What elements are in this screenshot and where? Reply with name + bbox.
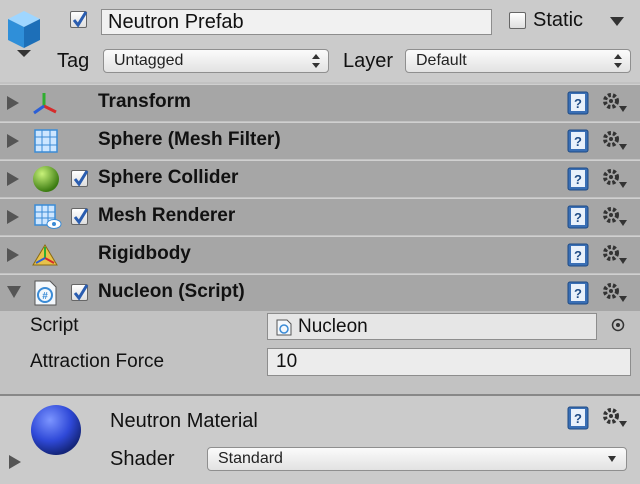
component-title: Sphere (Mesh Filter)	[98, 129, 281, 150]
script-object-field[interactable]: Nucleon	[267, 313, 597, 340]
sphere-collider-green-ball-icon	[33, 166, 59, 192]
material-fold-arrow-icon[interactable]	[9, 455, 21, 469]
fold-arrow-right-icon[interactable]	[7, 210, 19, 224]
component-title: Rigidbody	[98, 243, 191, 264]
material-name: Neutron Material	[110, 410, 258, 432]
component-mesh-filter[interactable]: Sphere (Mesh Filter) ?	[0, 122, 640, 159]
rigidbody-icon	[32, 244, 58, 266]
help-book-icon[interactable]: ?	[567, 243, 589, 267]
component-enabled-checkbox[interactable]	[71, 284, 89, 301]
fold-arrow-right-icon[interactable]	[7, 248, 19, 262]
gear-icon[interactable]	[601, 243, 627, 265]
mesh-filter-grid-icon	[34, 129, 58, 153]
updown-arrows-icon	[312, 54, 320, 68]
component-title: Nucleon (Script)	[98, 281, 245, 302]
layer-dropdown[interactable]: Default	[405, 49, 631, 73]
shader-dropdown[interactable]: Standard	[207, 447, 627, 471]
component-rigidbody[interactable]: Rigidbody ?	[0, 236, 640, 273]
gameobject-cube-icon	[8, 11, 40, 57]
layer-label: Layer	[343, 50, 394, 72]
svg-text:?: ?	[574, 286, 582, 301]
material-sphere-preview	[31, 405, 81, 455]
gameobject-header: Neutron Prefab Static Tag Untagged Layer…	[0, 0, 640, 82]
component-title: Mesh Renderer	[98, 205, 236, 226]
gear-icon[interactable]	[601, 167, 627, 189]
attraction-force-label: Attraction Force	[30, 351, 165, 372]
tag-dropdown[interactable]: Untagged	[103, 49, 329, 73]
gear-icon[interactable]	[601, 281, 627, 303]
script-object-value: Nucleon	[298, 316, 368, 337]
tag-label: Tag	[57, 50, 90, 72]
svg-text:?: ?	[574, 248, 582, 263]
shader-value: Standard	[218, 450, 283, 467]
csharp-script-icon: #	[34, 280, 57, 306]
help-book-icon[interactable]: ?	[567, 167, 589, 191]
gear-icon[interactable]	[601, 91, 627, 113]
svg-text:#: #	[42, 291, 48, 302]
svg-text:?: ?	[574, 134, 582, 149]
help-book-icon[interactable]: ?	[567, 129, 589, 153]
component-nucleon-script[interactable]: # Nucleon (Script) ?	[0, 274, 640, 311]
help-book-icon[interactable]: ?	[567, 91, 589, 115]
mesh-renderer-icon	[34, 204, 62, 229]
component-sphere-collider[interactable]: Sphere Collider ?	[0, 160, 640, 197]
static-checkbox[interactable]	[509, 12, 526, 29]
layer-value: Default	[416, 52, 467, 69]
help-book-icon[interactable]: ?	[567, 406, 589, 430]
fold-arrow-right-icon[interactable]	[7, 172, 19, 186]
script-property-label: Script	[30, 315, 79, 336]
updown-arrows-icon	[614, 54, 622, 68]
fold-arrow-down-icon[interactable]	[7, 286, 21, 298]
static-dropdown-arrow-icon[interactable]	[610, 17, 624, 26]
fold-arrow-right-icon[interactable]	[7, 96, 19, 110]
svg-text:?: ?	[574, 210, 582, 225]
dropdown-arrow-icon	[608, 456, 616, 462]
component-title: Sphere Collider	[98, 167, 239, 188]
material-section: Neutron Material ? Shader Standard	[0, 396, 640, 484]
static-label: Static	[533, 9, 584, 31]
component-enabled-checkbox[interactable]	[71, 170, 89, 187]
attraction-force-field[interactable]: 10	[267, 348, 631, 376]
help-book-icon[interactable]: ?	[567, 205, 589, 229]
component-title: Transform	[98, 91, 191, 112]
gear-icon[interactable]	[601, 406, 627, 428]
svg-text:?: ?	[574, 172, 582, 187]
gameobject-name-field[interactable]: Neutron Prefab	[101, 9, 492, 35]
svg-text:?: ?	[574, 96, 582, 111]
active-checkbox[interactable]	[70, 11, 88, 28]
fold-arrow-right-icon[interactable]	[7, 134, 19, 148]
csharp-script-small-icon	[276, 319, 292, 336]
tag-value: Untagged	[114, 52, 184, 69]
help-book-icon[interactable]: ?	[567, 281, 589, 305]
gear-icon[interactable]	[601, 129, 627, 151]
svg-text:?: ?	[574, 411, 582, 426]
transform-axes-icon	[33, 93, 57, 115]
shader-label: Shader	[110, 448, 175, 470]
component-enabled-checkbox[interactable]	[71, 208, 89, 225]
object-picker-icon[interactable]	[611, 318, 625, 332]
component-mesh-renderer[interactable]: Mesh Renderer ?	[0, 198, 640, 235]
gear-icon[interactable]	[601, 205, 627, 227]
component-transform[interactable]: Transform ?	[0, 84, 640, 121]
